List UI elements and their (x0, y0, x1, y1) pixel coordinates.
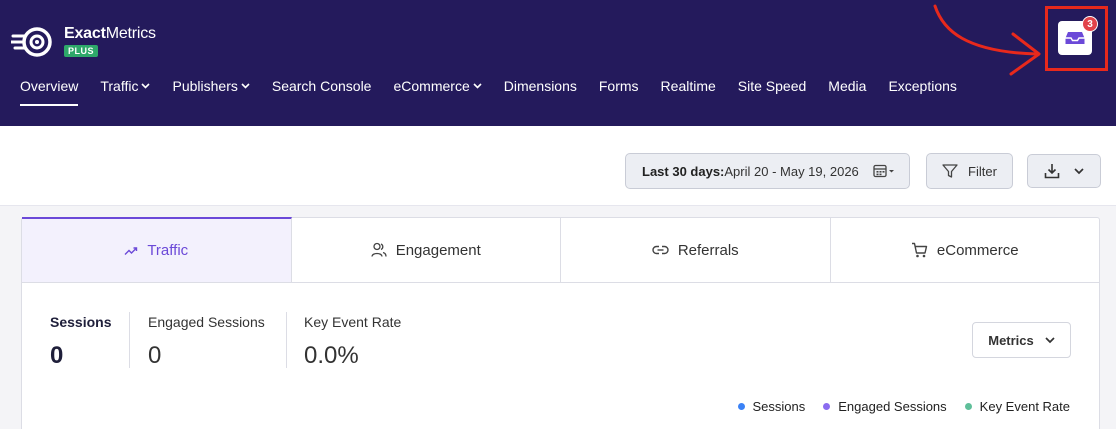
legend-label: Key Event Rate (979, 399, 1070, 414)
nav-item-search-console[interactable]: Search Console (272, 78, 372, 94)
filter-icon (942, 164, 958, 178)
nav-label: Traffic (100, 78, 139, 94)
chevron-down-icon (141, 83, 151, 89)
legend-item-key-event-rate[interactable]: Key Event Rate (964, 399, 1070, 414)
download-button[interactable] (1027, 154, 1101, 188)
metrics-dropdown[interactable]: Metrics (972, 322, 1071, 358)
metrics-dropdown-label: Metrics (988, 332, 1034, 348)
legend-label: Engaged Sessions (838, 399, 947, 414)
nav-item-forms[interactable]: Forms (599, 78, 639, 94)
nav-label: Overview (20, 78, 79, 94)
nav-label: Forms (598, 78, 639, 94)
tab-engagement[interactable]: Engagement (292, 218, 561, 282)
legend-label: Sessions (752, 399, 806, 414)
metric-divider (129, 312, 130, 368)
tab-label: Engagement (395, 241, 481, 259)
tab-ecommerce[interactable]: eCommerce (831, 218, 1100, 282)
nav-label: Exceptions (888, 78, 957, 94)
notification-count-badge: 3 (1082, 16, 1098, 32)
legend-dot (823, 403, 831, 410)
nav-item-realtime[interactable]: Realtime (661, 78, 716, 94)
users-icon (371, 242, 387, 257)
date-range-value: April 20 - May 19, 2026 (724, 163, 859, 179)
chevron-down-icon (241, 83, 250, 89)
nav-label: eCommerce (393, 78, 470, 94)
nav-label: Search Console (271, 78, 372, 94)
nav-item-exceptions[interactable]: Exceptions (888, 78, 956, 94)
metric-engaged-sessions[interactable]: Engaged Sessions 0 (148, 314, 265, 370)
metric-key-event-rate[interactable]: Key Event Rate 0.0% (304, 314, 401, 370)
metric-value: 0.0% (304, 342, 359, 369)
metric-label: Key Event Rate (304, 314, 402, 330)
chevron-down-icon (1045, 336, 1055, 343)
tab-referrals[interactable]: Referrals (561, 218, 831, 282)
trend-up-icon (124, 246, 138, 255)
filter-label: Filter (968, 163, 997, 179)
chevron-down-icon (1074, 167, 1084, 174)
metric-label: Engaged Sessions (148, 314, 265, 330)
metric-divider (286, 312, 287, 368)
notifications-highlight: 3 (1045, 6, 1108, 71)
tab-traffic[interactable]: Traffic (22, 217, 292, 282)
legend-item-engaged-sessions[interactable]: Engaged Sessions (823, 399, 947, 414)
cart-icon (911, 242, 928, 258)
date-range-label: Last 30 days: (642, 163, 725, 179)
nav-item-overview[interactable]: Overview (20, 78, 79, 106)
nav-item-ecommerce[interactable]: eCommerce (393, 78, 482, 94)
inbox-icon (1065, 32, 1085, 44)
nav-item-media[interactable]: Media (828, 78, 866, 94)
nav-label: Dimensions (503, 78, 577, 94)
overview-report-card: Traffic Engagement Referrals eCommerce S… (21, 217, 1100, 429)
brand-name: ExactMetrics (64, 25, 156, 42)
download-icon (1044, 164, 1060, 179)
calendar-icon (873, 164, 895, 178)
legend-dot (737, 403, 745, 410)
filter-button[interactable]: Filter (926, 153, 1013, 189)
legend-item-sessions[interactable]: Sessions (737, 399, 806, 414)
legend-dot (964, 403, 972, 410)
annotation-arrow-icon (933, 4, 1041, 76)
tab-label: Referrals (677, 241, 739, 259)
nav-item-dimensions[interactable]: Dimensions (504, 78, 577, 94)
tab-label: Traffic (147, 242, 189, 259)
link-icon (652, 245, 669, 255)
exactmetrics-logo-icon (11, 27, 52, 57)
nav-label: Site Speed (737, 78, 807, 94)
date-range-picker[interactable]: Last 30 days: April 20 - May 19, 2026 (625, 153, 910, 189)
chart-legend: Sessions Engaged Sessions Key Event Rate (737, 399, 1070, 414)
nav-item-site-speed[interactable]: Site Speed (738, 78, 807, 94)
plan-badge: PLUS (64, 45, 99, 57)
nav-label: Publishers (172, 78, 238, 94)
nav-label: Media (828, 78, 867, 94)
metric-value: 0 (148, 342, 162, 369)
chevron-down-icon (473, 83, 482, 89)
nav-label: Realtime (660, 78, 716, 94)
report-tabs: Traffic Engagement Referrals eCommerce (22, 217, 1100, 283)
top-header: ExactMetrics PLUS Overview Traffic Publi… (0, 0, 1116, 126)
metric-label: Sessions (50, 314, 112, 330)
metric-sessions[interactable]: Sessions 0 (50, 314, 111, 370)
nav-item-publishers[interactable]: Publishers (172, 78, 250, 94)
tab-label: eCommerce (936, 241, 1019, 259)
nav-item-traffic[interactable]: Traffic (100, 78, 151, 94)
main-nav: Overview Traffic Publishers Search Conso… (20, 76, 979, 106)
metric-value: 0 (50, 342, 64, 369)
